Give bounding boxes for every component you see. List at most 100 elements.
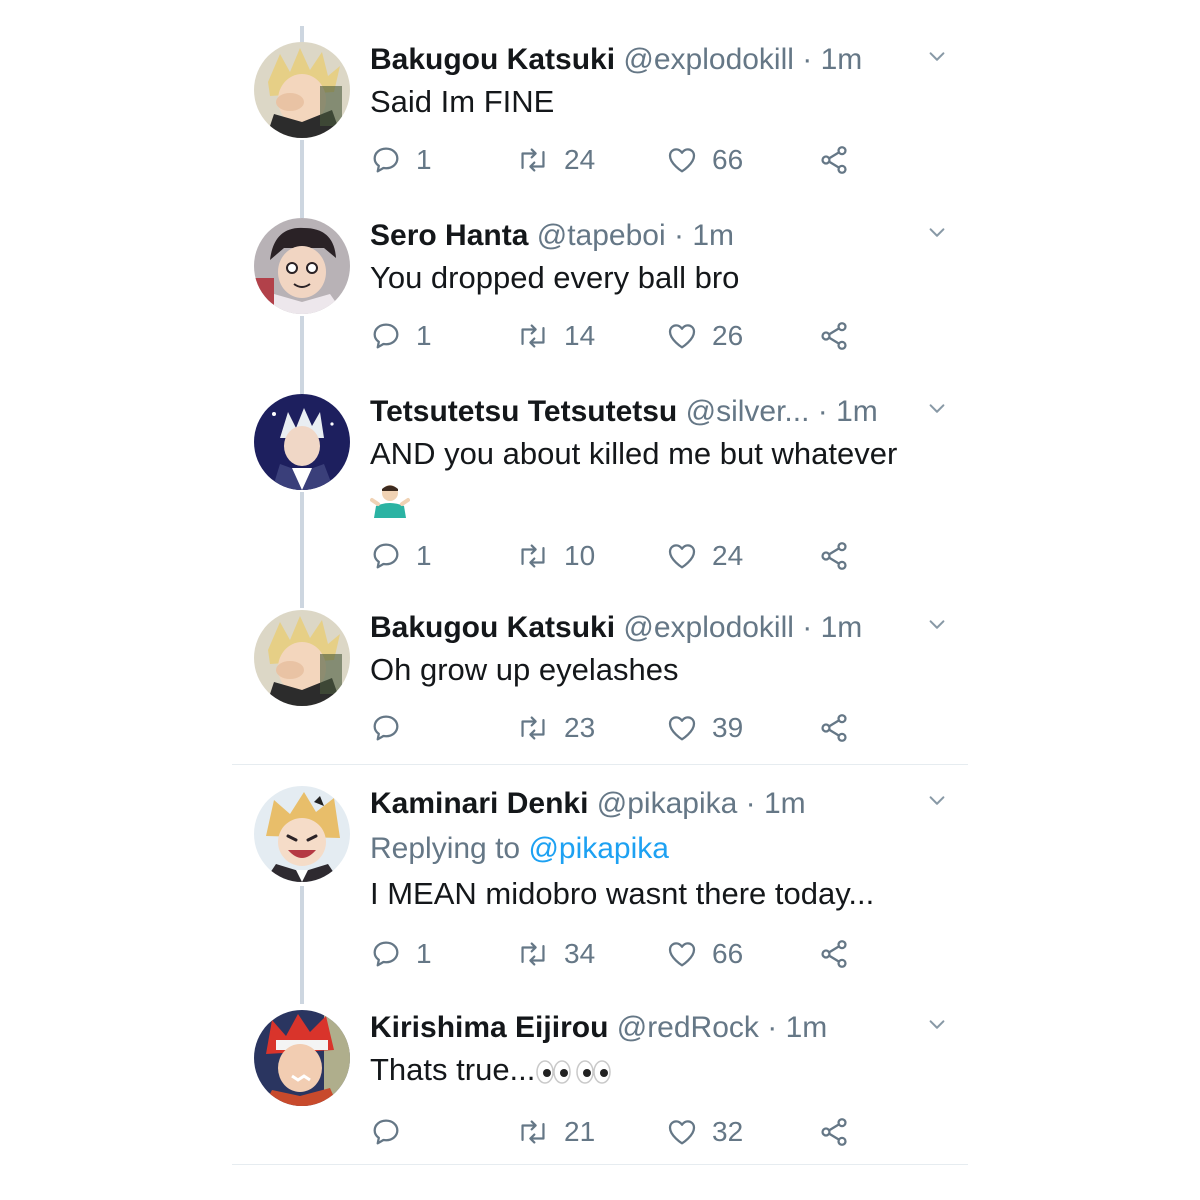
tweet-text-content: AND you about killed me but whatever [370,436,898,471]
chevron-down-icon[interactable] [926,614,948,636]
timestamp[interactable]: 1m [821,611,863,644]
thread-line [300,140,304,218]
like-button[interactable]: 39 [666,708,743,748]
timestamp[interactable]: 1m [836,395,878,428]
separator-dot: · [817,395,828,428]
avatar[interactable] [254,1010,350,1106]
retweet-count: 24 [564,144,596,175]
retweet-button[interactable]: 14 [516,316,595,356]
reply-icon [370,712,402,744]
reply-icon [370,320,402,352]
reply-button[interactable]: 1 [370,536,432,576]
share-button[interactable] [818,708,850,748]
separator-dot: · [767,1011,778,1044]
share-button[interactable] [818,934,850,974]
reply-button[interactable]: 1 [370,316,432,356]
chevron-down-icon[interactable] [926,46,948,68]
like-button[interactable]: 32 [666,1112,743,1152]
tweet-header: Bakugou Katsuki @explodokill · 1m [370,42,968,82]
retweet-button[interactable]: 21 [516,1112,595,1152]
share-button[interactable] [818,316,850,356]
timestamp[interactable]: 1m [764,787,806,820]
username[interactable]: @tapeboi [537,219,666,252]
share-button[interactable] [818,536,850,576]
username[interactable]: @explodokill [623,43,794,76]
reply-button[interactable]: 1 [370,140,432,180]
replying-to-mention[interactable]: @pikapika [528,832,669,865]
tweet-text: I MEAN midobro wasnt there today... [370,876,875,911]
username[interactable]: @redRock [617,1011,759,1044]
retweet-icon [516,144,550,176]
display-name[interactable]: Sero Hanta [370,219,528,252]
avatar[interactable] [254,610,350,706]
username[interactable]: @pikapika [597,787,738,820]
like-count: 39 [712,712,744,743]
timestamp[interactable]: 1m [692,219,734,252]
reply-count: 1 [416,540,432,571]
chevron-down-icon[interactable] [926,790,948,812]
separator-dot: · [802,611,813,644]
avatar[interactable] [254,42,350,138]
tweet-text: Said Im FINE [370,84,555,119]
retweet-button[interactable]: 23 [516,708,595,748]
chevron-down-icon[interactable] [926,398,948,420]
retweet-button[interactable]: 34 [516,934,595,974]
thread-divider [232,764,968,765]
share-icon [818,144,850,176]
avatar[interactable] [254,218,350,314]
tweet-header: Kaminari Denki @pikapika · 1m [370,786,968,826]
share-button[interactable] [818,140,850,180]
tweet-actions: 1 10 24 [370,536,890,576]
avatar[interactable] [254,394,350,490]
timestamp[interactable]: 1m [821,43,863,76]
like-button[interactable]: 24 [666,536,743,576]
thread-divider [232,1164,968,1165]
avatar[interactable] [254,786,350,882]
heart-icon [666,1116,698,1148]
separator-dot: · [673,219,684,252]
thread-line [300,492,304,608]
like-button[interactable]: 66 [666,934,743,974]
tweet-header: Kirishima Eijirou @redRock · 1m [370,1010,968,1050]
retweet-icon [516,540,550,572]
like-count: 66 [712,144,744,175]
username[interactable]: @explodokill [623,611,794,644]
reply-button[interactable]: 1 [370,934,432,974]
retweet-icon [516,712,550,744]
display-name[interactable]: Bakugou Katsuki [370,611,615,644]
timestamp[interactable]: 1m [786,1011,828,1044]
share-icon [818,320,850,352]
reply-button[interactable] [370,1112,416,1152]
display-name[interactable]: Kaminari Denki [370,787,588,820]
reply-icon [370,938,402,970]
tweet-actions: 1 34 66 [370,934,890,974]
display-name[interactable]: Bakugou Katsuki [370,43,615,76]
chevron-down-icon[interactable] [926,1014,948,1036]
display-name[interactable]: Kirishima Eijirou [370,1011,608,1044]
tweet-text: AND you about killed me but whatever [370,432,928,520]
like-button[interactable]: 26 [666,316,743,356]
tweet-actions: 1 24 66 [370,140,890,180]
heart-icon [666,540,698,572]
heart-icon [666,320,698,352]
like-button[interactable]: 66 [666,140,743,180]
tweet-text: Oh grow up eyelashes [370,652,679,687]
like-count: 26 [712,320,744,351]
display-name[interactable]: Tetsutetsu Tetsutetsu [370,395,677,428]
username[interactable]: @silver... [686,395,810,428]
tweet-text: You dropped every ball bro [370,260,740,295]
share-icon [818,1116,850,1148]
separator-dot: · [745,787,756,820]
heart-icon [666,144,698,176]
tweet-text: Thats true... [370,1048,928,1092]
share-icon [818,712,850,744]
chevron-down-icon[interactable] [926,222,948,244]
share-button[interactable] [818,1112,850,1152]
share-icon [818,938,850,970]
retweet-button[interactable]: 10 [516,536,595,576]
reply-icon [370,540,402,572]
retweet-button[interactable]: 24 [516,140,595,180]
retweet-count: 34 [564,938,596,969]
reply-button[interactable] [370,708,416,748]
retweet-count: 10 [564,540,596,571]
